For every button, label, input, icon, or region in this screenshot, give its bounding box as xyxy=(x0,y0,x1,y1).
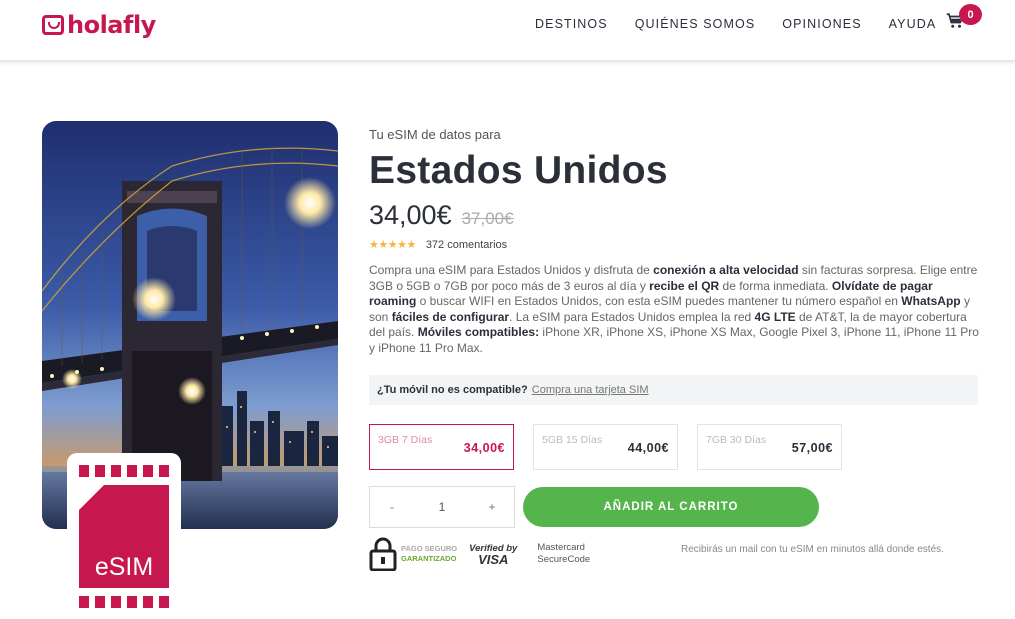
product-description: Compra una eSIM para Estados Unidos y di… xyxy=(369,263,979,355)
page-title: Estados Unidos xyxy=(369,149,668,192)
esim-card-graphic: eSIM xyxy=(67,453,181,619)
lock-icon xyxy=(369,537,397,571)
delivery-note: Recibirás un mail con tu eSIM en minutos… xyxy=(681,544,944,555)
holafly-logo-icon xyxy=(42,15,64,35)
nav-item-ayuda[interactable]: AYUDA xyxy=(889,17,937,31)
price-row: 34,00€ 37,00€ xyxy=(369,200,514,231)
secure-payment-badge: PAGO SEGURO GARANTIZADO xyxy=(401,544,458,563)
add-to-cart-button[interactable]: AÑADIR AL CARRITO xyxy=(523,487,819,527)
nav-item-destinos[interactable]: DESTINOS xyxy=(535,17,608,31)
plan-name: 7GB 30 Días xyxy=(706,434,767,446)
esim-chip-icon: eSIM xyxy=(79,465,169,608)
reviews-link[interactable]: 372 comentarios xyxy=(426,239,507,251)
logo-text: holafly xyxy=(67,11,156,39)
cart-count-badge: 0 xyxy=(959,4,982,25)
plan-name: 5GB 15 Días xyxy=(542,434,603,446)
plan-price: 34,00€ xyxy=(463,441,505,455)
buy-sim-link[interactable]: Compra una tarjeta SIM xyxy=(532,384,649,396)
quantity-value[interactable]: 1 xyxy=(439,500,446,514)
main-nav: DESTINOS QUIÉNES SOMOS OPINIONES AYUDA xyxy=(535,17,963,31)
compat-question: ¿Tu móvil no es compatible? xyxy=(377,384,528,396)
star-rating-icon: ★★★★★ xyxy=(369,239,416,251)
plan-option-3gb[interactable]: 3GB 7 Días 34,00€ xyxy=(369,424,514,470)
current-price: 34,00€ xyxy=(369,200,452,230)
esim-label: eSIM xyxy=(95,553,153,581)
nav-item-opiniones[interactable]: OPINIONES xyxy=(782,17,861,31)
trust-badges: PAGO SEGURO GARANTIZADO Verified by VISA… xyxy=(369,537,590,571)
plan-price: 44,00€ xyxy=(627,441,669,455)
holafly-logo[interactable]: holafly xyxy=(42,11,156,39)
old-price: 37,00€ xyxy=(461,209,514,228)
product-subtitle: Tu eSIM de datos para xyxy=(369,127,501,142)
decrease-quantity-button[interactable]: - xyxy=(384,500,400,514)
plan-selector: 3GB 7 Días 34,00€ 5GB 15 Días 44,00€ 7GB… xyxy=(369,424,861,470)
verified-by-visa-logo: Verified by VISA xyxy=(469,542,518,567)
increase-quantity-button[interactable]: + xyxy=(484,500,500,514)
quantity-stepper: - 1 + xyxy=(369,486,515,528)
plan-price: 57,00€ xyxy=(791,441,833,455)
rating: ★★★★★ 372 comentarios xyxy=(369,238,507,252)
nav-item-quienes-somos[interactable]: QUIÉNES SOMOS xyxy=(635,17,756,31)
plan-option-5gb[interactable]: 5GB 15 Días 44,00€ xyxy=(533,424,678,470)
compatibility-notice: ¿Tu móvil no es compatible? Compra una t… xyxy=(369,375,978,405)
mastercard-securecode-logo: Mastercard SecureCode xyxy=(537,542,591,565)
site-header: holafly DESTINOS QUIÉNES SOMOS OPINIONES… xyxy=(0,0,1015,62)
plan-name: 3GB 7 Días xyxy=(378,434,433,446)
plan-option-7gb[interactable]: 7GB 30 Días 57,00€ xyxy=(697,424,842,470)
